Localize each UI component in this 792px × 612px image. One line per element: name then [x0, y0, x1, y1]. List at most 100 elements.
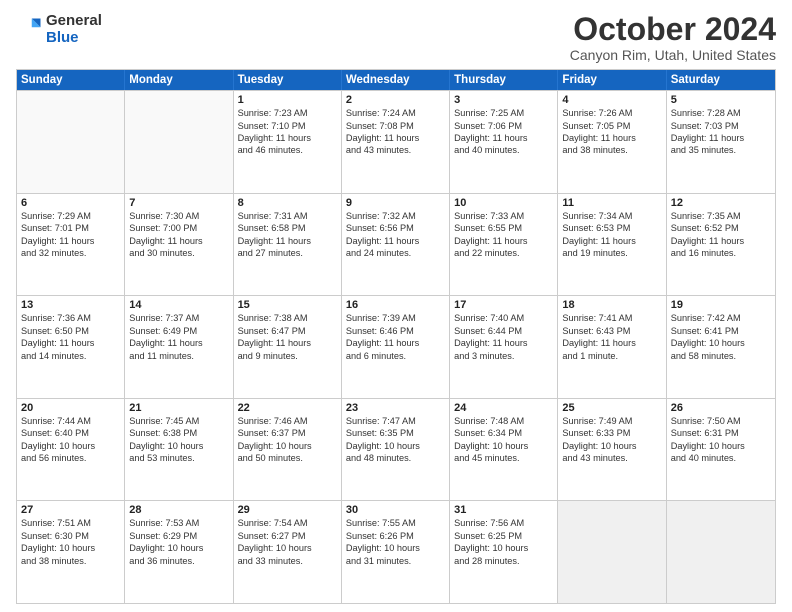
cell-info-line: Sunrise: 7:48 AM: [454, 415, 553, 427]
cell-info-line: Daylight: 11 hours: [346, 132, 445, 144]
calendar-subtitle: Canyon Rim, Utah, United States: [570, 47, 776, 63]
day-number: 31: [454, 504, 553, 516]
cal-cell: 21Sunrise: 7:45 AMSunset: 6:38 PMDayligh…: [125, 399, 233, 501]
day-number: 24: [454, 402, 553, 414]
cell-info-line: Daylight: 11 hours: [562, 235, 661, 247]
cell-info-line: Sunrise: 7:49 AM: [562, 415, 661, 427]
cell-info-line: Daylight: 11 hours: [454, 235, 553, 247]
cell-info-line: Daylight: 11 hours: [238, 235, 337, 247]
header: General Blue October 2024 Canyon Rim, Ut…: [16, 12, 776, 63]
cell-info-line: Sunset: 6:33 PM: [562, 427, 661, 439]
cell-info-line: and 53 minutes.: [129, 452, 228, 464]
day-number: 30: [346, 504, 445, 516]
cell-info-line: Sunrise: 7:51 AM: [21, 517, 120, 529]
cell-info-line: Sunset: 6:34 PM: [454, 427, 553, 439]
cell-info-line: and 38 minutes.: [562, 144, 661, 156]
cell-info-line: Sunset: 6:53 PM: [562, 222, 661, 234]
cell-info-line: Daylight: 11 hours: [346, 235, 445, 247]
cell-info-line: Daylight: 11 hours: [238, 337, 337, 349]
cell-info-line: Sunrise: 7:33 AM: [454, 210, 553, 222]
cell-info-line: Daylight: 10 hours: [671, 440, 771, 452]
cell-info-line: Daylight: 10 hours: [238, 440, 337, 452]
day-number: 14: [129, 299, 228, 311]
weekday-header-wednesday: Wednesday: [342, 70, 450, 90]
calendar-header-row: SundayMondayTuesdayWednesdayThursdayFrid…: [17, 70, 775, 90]
calendar-body: 1Sunrise: 7:23 AMSunset: 7:10 PMDaylight…: [17, 90, 775, 603]
cell-info-line: Sunset: 6:35 PM: [346, 427, 445, 439]
cal-cell: 30Sunrise: 7:55 AMSunset: 6:26 PMDayligh…: [342, 501, 450, 603]
cal-cell: 11Sunrise: 7:34 AMSunset: 6:53 PMDayligh…: [558, 194, 666, 296]
cal-cell: 8Sunrise: 7:31 AMSunset: 6:58 PMDaylight…: [234, 194, 342, 296]
cell-info-line: Sunrise: 7:26 AM: [562, 107, 661, 119]
cal-cell: 29Sunrise: 7:54 AMSunset: 6:27 PMDayligh…: [234, 501, 342, 603]
cell-info-line: Daylight: 10 hours: [671, 337, 771, 349]
day-number: 7: [129, 197, 228, 209]
cell-info-line: Daylight: 11 hours: [454, 132, 553, 144]
day-number: 19: [671, 299, 771, 311]
cell-info-line: Sunset: 6:43 PM: [562, 325, 661, 337]
cell-info-line: and 3 minutes.: [454, 350, 553, 362]
cell-info-line: and 11 minutes.: [129, 350, 228, 362]
cell-info-line: Daylight: 11 hours: [129, 235, 228, 247]
cell-info-line: Sunrise: 7:28 AM: [671, 107, 771, 119]
cal-cell: 22Sunrise: 7:46 AMSunset: 6:37 PMDayligh…: [234, 399, 342, 501]
cell-info-line: Daylight: 10 hours: [129, 440, 228, 452]
cell-info-line: Daylight: 11 hours: [671, 235, 771, 247]
calendar-title: October 2024: [570, 12, 776, 47]
cell-info-line: and 40 minutes.: [454, 144, 553, 156]
cell-info-line: Daylight: 11 hours: [562, 132, 661, 144]
cell-info-line: Daylight: 10 hours: [21, 440, 120, 452]
weekday-header-monday: Monday: [125, 70, 233, 90]
cell-info-line: Sunrise: 7:25 AM: [454, 107, 553, 119]
cell-info-line: Sunset: 7:00 PM: [129, 222, 228, 234]
cell-info-line: Sunrise: 7:29 AM: [21, 210, 120, 222]
cell-info-line: Daylight: 10 hours: [454, 542, 553, 554]
day-number: 4: [562, 94, 661, 106]
day-number: 23: [346, 402, 445, 414]
day-number: 11: [562, 197, 661, 209]
cell-info-line: Daylight: 11 hours: [21, 235, 120, 247]
cal-cell: 16Sunrise: 7:39 AMSunset: 6:46 PMDayligh…: [342, 296, 450, 398]
cal-cell: 7Sunrise: 7:30 AMSunset: 7:00 PMDaylight…: [125, 194, 233, 296]
cell-info-line: Sunset: 7:06 PM: [454, 120, 553, 132]
cell-info-line: Sunrise: 7:46 AM: [238, 415, 337, 427]
cal-cell: 17Sunrise: 7:40 AMSunset: 6:44 PMDayligh…: [450, 296, 558, 398]
cell-info-line: Sunrise: 7:34 AM: [562, 210, 661, 222]
cell-info-line: Sunset: 6:37 PM: [238, 427, 337, 439]
cell-info-line: Sunrise: 7:56 AM: [454, 517, 553, 529]
day-number: 28: [129, 504, 228, 516]
day-number: 20: [21, 402, 120, 414]
cell-info-line: and 46 minutes.: [238, 144, 337, 156]
cal-cell: 2Sunrise: 7:24 AMSunset: 7:08 PMDaylight…: [342, 91, 450, 193]
cal-cell: 27Sunrise: 7:51 AMSunset: 6:30 PMDayligh…: [17, 501, 125, 603]
cal-cell: 1Sunrise: 7:23 AMSunset: 7:10 PMDaylight…: [234, 91, 342, 193]
logo-text-line2: Blue: [46, 29, 102, 46]
cell-info-line: Daylight: 11 hours: [454, 337, 553, 349]
cell-info-line: Daylight: 11 hours: [129, 337, 228, 349]
cell-info-line: Sunset: 6:44 PM: [454, 325, 553, 337]
cell-info-line: Daylight: 10 hours: [562, 440, 661, 452]
cal-cell: 10Sunrise: 7:33 AMSunset: 6:55 PMDayligh…: [450, 194, 558, 296]
cell-info-line: Sunset: 7:05 PM: [562, 120, 661, 132]
cal-cell: 13Sunrise: 7:36 AMSunset: 6:50 PMDayligh…: [17, 296, 125, 398]
weekday-header-sunday: Sunday: [17, 70, 125, 90]
logo-text-line1: General: [46, 12, 102, 29]
cell-info-line: and 58 minutes.: [671, 350, 771, 362]
cell-info-line: Sunrise: 7:40 AM: [454, 312, 553, 324]
day-number: 22: [238, 402, 337, 414]
cell-info-line: Sunrise: 7:47 AM: [346, 415, 445, 427]
cell-info-line: and 14 minutes.: [21, 350, 120, 362]
cal-cell: [558, 501, 666, 603]
weekday-header-friday: Friday: [558, 70, 666, 90]
cal-cell: 5Sunrise: 7:28 AMSunset: 7:03 PMDaylight…: [667, 91, 775, 193]
cell-info-line: Sunset: 6:27 PM: [238, 530, 337, 542]
cell-info-line: Daylight: 10 hours: [129, 542, 228, 554]
cell-info-line: and 31 minutes.: [346, 555, 445, 567]
cell-info-line: and 40 minutes.: [671, 452, 771, 464]
page: General Blue October 2024 Canyon Rim, Ut…: [0, 0, 792, 612]
cell-info-line: Daylight: 11 hours: [671, 132, 771, 144]
logo-icon: [16, 15, 44, 43]
cell-info-line: and 28 minutes.: [454, 555, 553, 567]
cal-cell: [667, 501, 775, 603]
day-number: 5: [671, 94, 771, 106]
